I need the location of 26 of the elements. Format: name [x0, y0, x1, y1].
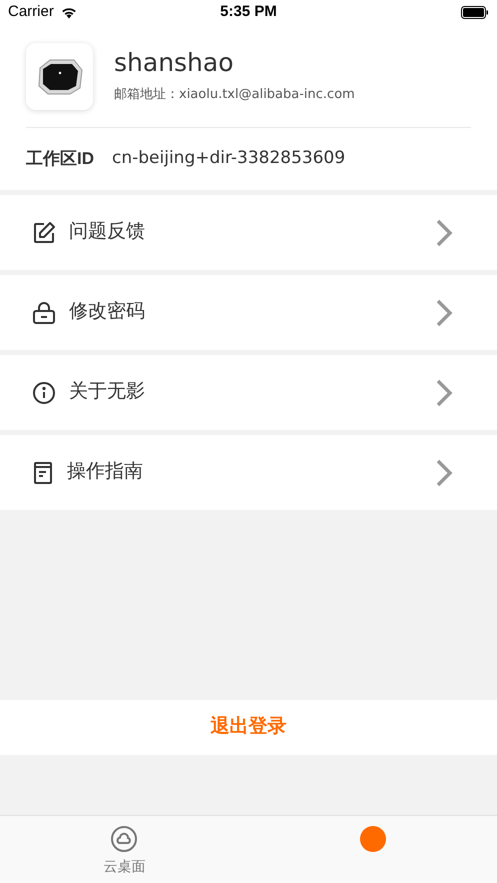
menu-item[interactable]: 关于无影 [0, 355, 497, 430]
menu-item[interactable]: 修改密码 [0, 275, 497, 350]
menu-item[interactable]: 操作指南 [0, 435, 497, 510]
chevron-icon [435, 298, 453, 326]
carrier-label: Carrier [8, 2, 54, 22]
menu-item-label: 操作指南 [67, 460, 143, 484]
menu-item[interactable]: 问题反馈 [0, 195, 497, 270]
info-icon [32, 380, 56, 404]
edit-icon [32, 220, 56, 244]
wifi-icon [60, 6, 78, 19]
menu-item-label: 关于无影 [69, 380, 145, 404]
chevron-icon [435, 378, 453, 406]
workspace-label: 工作区ID [26, 148, 94, 170]
menu-item-label: 修改密码 [69, 300, 145, 324]
chevron-icon [435, 218, 453, 246]
battery-icon [461, 6, 489, 19]
user-name: shanshao [114, 47, 235, 80]
cloud-icon [110, 825, 138, 853]
chevron-icon [435, 458, 453, 486]
menu-item-label: 问题反馈 [69, 220, 145, 244]
document-icon [32, 460, 54, 484]
avatar-logo [26, 42, 93, 110]
lock-icon [32, 300, 56, 324]
status-time: 5:35 PM [220, 2, 277, 22]
email-text: 邮箱地址：xiaolu.txl@alibaba-inc.com [114, 86, 355, 104]
workspace-id: cn-beijing+dir-3382853609 [112, 147, 346, 170]
